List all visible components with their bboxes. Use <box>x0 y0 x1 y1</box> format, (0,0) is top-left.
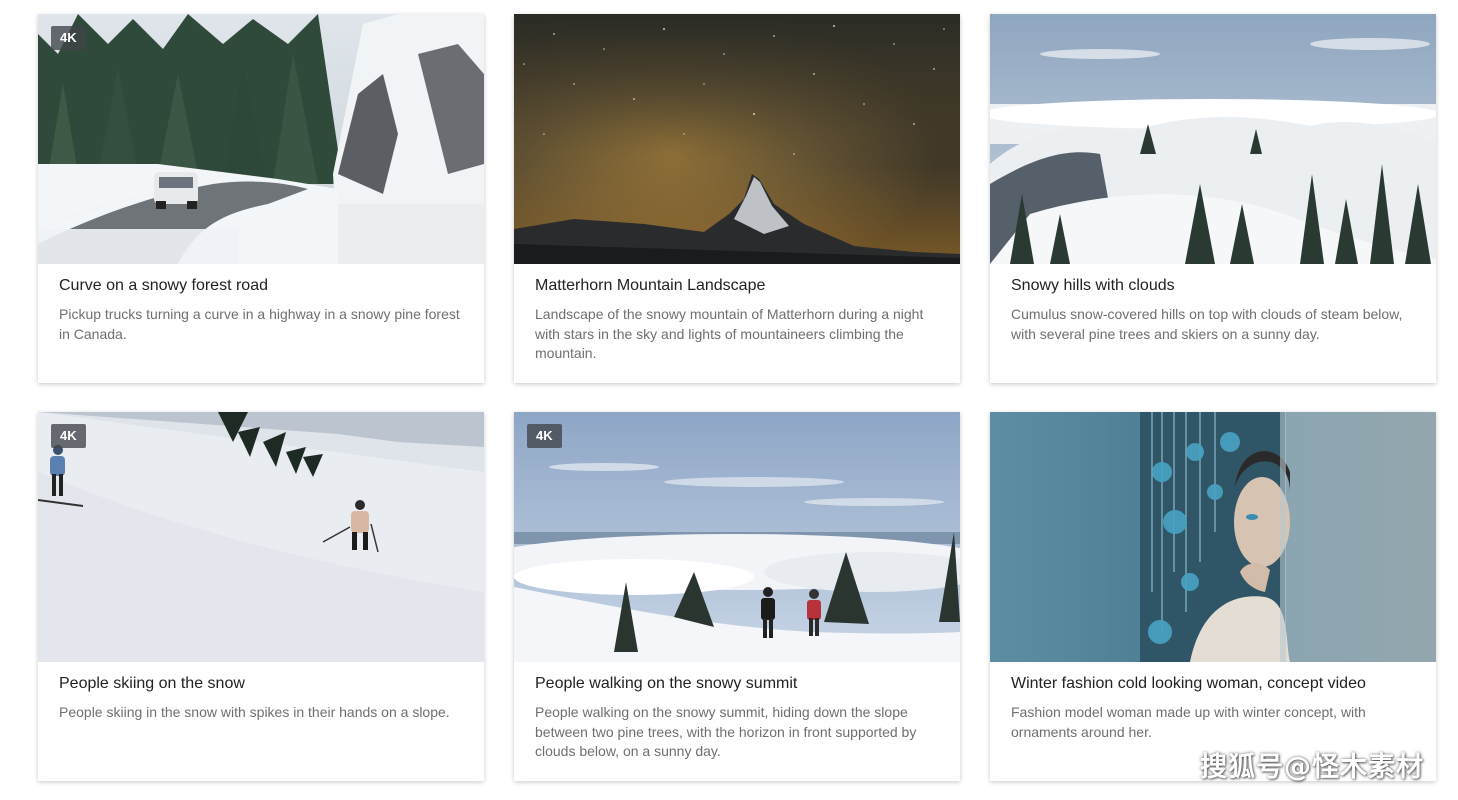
video-thumbnail[interactable] <box>990 14 1436 264</box>
video-thumbnail[interactable]: 4K <box>38 412 484 662</box>
card-body: Matterhorn Mountain Landscape Landscape … <box>514 264 960 364</box>
thumbnail-image <box>38 14 484 264</box>
card-title[interactable]: Matterhorn Mountain Landscape <box>535 276 940 296</box>
thumbnail-image <box>514 14 960 264</box>
watermark-text: 搜狐号@怪木素材 <box>1200 752 1424 783</box>
card-body: People walking on the snowy summit Peopl… <box>514 662 960 762</box>
video-thumbnail[interactable]: 4K <box>38 14 484 264</box>
card-body: Curve on a snowy forest road Pickup truc… <box>38 264 484 344</box>
card-body: People skiing on the snow People skiing … <box>38 662 484 723</box>
4k-badge: 4K <box>527 424 562 448</box>
video-thumbnail[interactable] <box>514 14 960 264</box>
video-card[interactable]: 4K People walking on the snowy summit Pe… <box>514 412 960 781</box>
video-grid: 4K Curve on a snowy forest road Pickup t… <box>38 14 1436 781</box>
card-title[interactable]: Winter fashion cold looking woman, conce… <box>1011 674 1416 694</box>
video-card[interactable]: 4K Curve on a snowy forest road Pickup t… <box>38 14 484 383</box>
card-description: Fashion model woman made up with winter … <box>1011 704 1366 740</box>
card-body: Winter fashion cold looking woman, conce… <box>990 662 1436 742</box>
4k-badge: 4K <box>51 26 86 50</box>
card-description: Landscape of the snowy mountain of Matte… <box>535 306 924 361</box>
video-thumbnail[interactable] <box>990 412 1436 662</box>
card-description: Pickup trucks turning a curve in a highw… <box>59 306 460 342</box>
thumbnail-image <box>514 412 960 662</box>
card-body: Snowy hills with clouds Cumulus snow-cov… <box>990 264 1436 344</box>
card-title[interactable]: Curve on a snowy forest road <box>59 276 464 296</box>
card-description: Cumulus snow-covered hills on top with c… <box>1011 306 1403 342</box>
video-card[interactable]: Snowy hills with clouds Cumulus snow-cov… <box>990 14 1436 383</box>
video-thumbnail[interactable]: 4K <box>514 412 960 662</box>
card-description: People walking on the snowy summit, hidi… <box>535 704 917 759</box>
card-title[interactable]: People walking on the snowy summit <box>535 674 940 694</box>
card-title[interactable]: Snowy hills with clouds <box>1011 276 1416 296</box>
thumbnail-image <box>990 14 1436 264</box>
video-card[interactable]: Winter fashion cold looking woman, conce… <box>990 412 1436 781</box>
thumbnail-image <box>990 412 1436 662</box>
video-card[interactable]: Matterhorn Mountain Landscape Landscape … <box>514 14 960 383</box>
4k-badge: 4K <box>51 424 86 448</box>
card-description: People skiing in the snow with spikes in… <box>59 704 450 720</box>
thumbnail-image <box>38 412 484 662</box>
video-card[interactable]: 4K People skiing on the snow People skii… <box>38 412 484 781</box>
card-title[interactable]: People skiing on the snow <box>59 674 464 694</box>
